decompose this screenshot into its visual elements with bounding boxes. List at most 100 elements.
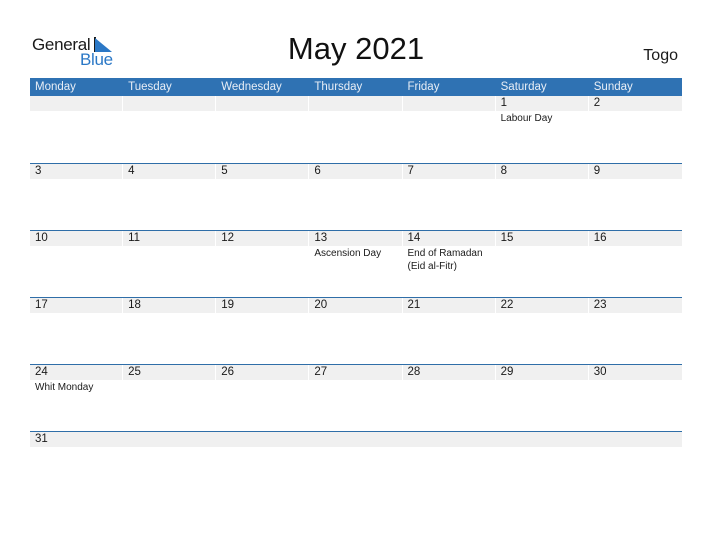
day-number: 5	[216, 164, 309, 179]
day-number: 29	[495, 365, 588, 380]
day-cell[interactable]: 22	[495, 298, 589, 364]
day-number: 3	[30, 164, 123, 179]
day-number: 30	[588, 365, 682, 380]
day-number	[123, 96, 216, 111]
day-cell[interactable]	[402, 96, 496, 162]
day-cell[interactable]: 21	[402, 298, 496, 364]
day-cell[interactable]: 2	[588, 96, 682, 162]
holiday-label	[589, 111, 682, 112]
holiday-label	[30, 313, 123, 314]
calendar-week: 17 18 19 20 21 22 23	[30, 297, 682, 364]
day-cell[interactable]: 29	[495, 365, 589, 431]
weekday-thursday: Thursday	[314, 81, 363, 93]
holiday-label: Labour Day	[500, 113, 553, 124]
calendar-week: 3456789	[30, 163, 682, 230]
day-number: 28	[402, 365, 495, 380]
holiday-label	[403, 380, 496, 381]
day-cell[interactable]: 4	[123, 164, 216, 230]
day-cell[interactable]: 30	[588, 365, 682, 431]
day-number: 13	[309, 231, 402, 246]
calendar-grid: Monday Tuesday Wednesday Thursday Friday…	[30, 78, 682, 447]
holiday-label	[309, 380, 402, 381]
holiday-label	[403, 313, 496, 314]
day-number	[309, 96, 402, 111]
holiday-label	[216, 179, 309, 180]
holiday-label	[403, 111, 496, 112]
day-cell[interactable]	[30, 96, 123, 162]
holiday-label	[216, 246, 309, 247]
day-cell[interactable]	[216, 96, 309, 162]
day-cell[interactable]: 24 Whit Monday	[30, 365, 123, 431]
holiday-label	[496, 380, 589, 381]
day-number: 7	[402, 164, 495, 179]
weekday-saturday: Saturday	[500, 81, 547, 93]
day-number: 24	[30, 365, 123, 380]
holiday-label	[496, 179, 589, 180]
day-number: 26	[216, 365, 309, 380]
day-cell[interactable]: 12	[216, 231, 309, 297]
day-cell[interactable]: 14 End of Ramadan (Eid al-Fitr)	[402, 231, 496, 297]
day-cell[interactable]: 7	[402, 164, 496, 230]
day-cell[interactable]: 18	[123, 298, 216, 364]
day-cell[interactable]: 5	[216, 164, 309, 230]
holiday-label: End of Ramadan (Eid al-Fitr)	[407, 248, 483, 272]
holiday-label	[216, 111, 309, 112]
day-cell[interactable]: 13 Ascension Day	[309, 231, 402, 297]
day-cell[interactable]: 10	[30, 231, 123, 297]
day-number: 12	[216, 231, 309, 246]
day-number: 4	[123, 164, 216, 179]
holiday-label	[309, 179, 402, 180]
day-cell[interactable]: 25	[123, 365, 216, 431]
holiday-label	[403, 179, 496, 180]
holiday-label	[589, 380, 682, 381]
day-number: 15	[495, 231, 588, 246]
day-number	[216, 96, 309, 111]
day-cell[interactable]: 15	[495, 231, 589, 297]
holiday-label: Ascension Day	[314, 248, 382, 259]
day-cell[interactable]: 11	[123, 231, 216, 297]
day-number	[30, 96, 123, 111]
weekday-sunday: Sunday	[593, 81, 633, 93]
weekday-tuesday: Tuesday	[128, 81, 172, 93]
day-number: 17	[30, 298, 123, 313]
holiday-label	[123, 179, 216, 180]
holiday-label	[216, 313, 309, 314]
day-number: 22	[495, 298, 588, 313]
holiday-label	[30, 179, 123, 180]
day-cell[interactable]: 8	[495, 164, 589, 230]
calendar-week: 10 11 12 13 Ascension Day 14 End of Ramadan (E…	[30, 230, 682, 297]
day-number: 11	[123, 231, 216, 246]
day-number: 14	[402, 231, 495, 246]
holiday-label	[123, 246, 216, 247]
day-cell[interactable]: 16	[588, 231, 682, 297]
holiday-label	[216, 380, 309, 381]
weekday-friday: Friday	[407, 81, 440, 93]
day-cell[interactable]	[309, 96, 402, 162]
holiday-label	[30, 246, 123, 247]
day-cell[interactable]: 23	[588, 298, 682, 364]
day-cell[interactable]: 1 Labour Day	[495, 96, 589, 162]
weeks-container: 1 Labour Day 2 3 4 5 6 7 8 9 10 11 12 13 Ascension Day…	[30, 96, 682, 447]
weekday-monday: Monday	[35, 81, 76, 93]
calendar-week: 1 Labour Day 2	[30, 96, 682, 163]
day-cell[interactable]	[123, 96, 216, 162]
day-number: 16	[588, 231, 682, 246]
day-number	[402, 96, 495, 111]
day-number: 21	[402, 298, 495, 313]
country-label: Togo	[643, 47, 678, 64]
day-number: 10	[30, 231, 123, 246]
day-cell[interactable]: 3	[30, 164, 123, 230]
day-cell[interactable]: 28	[402, 365, 496, 431]
day-number: 31	[35, 433, 48, 445]
calendar-title: May 2021	[287, 31, 425, 66]
day-cell[interactable]: 19	[216, 298, 309, 364]
day-number: 6	[309, 164, 402, 179]
day-cell[interactable]: 6	[309, 164, 402, 230]
day-cell[interactable]: 20	[309, 298, 402, 364]
day-cell[interactable]: 9	[588, 164, 682, 230]
day-number: 23	[588, 298, 682, 313]
day-cell[interactable]: 17	[30, 298, 123, 364]
day-cell[interactable]: 26	[216, 365, 309, 431]
holiday-label	[589, 179, 682, 180]
day-cell[interactable]: 27	[309, 365, 402, 431]
